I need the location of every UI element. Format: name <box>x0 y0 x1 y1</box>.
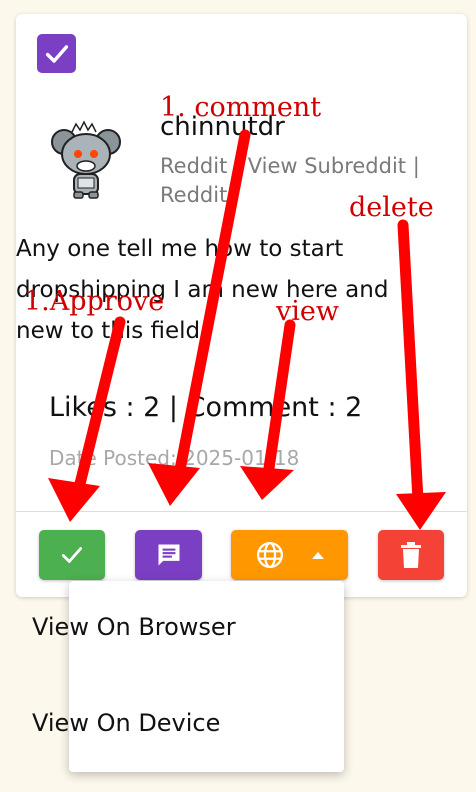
annotation-delete: delete <box>349 192 434 223</box>
arrowhead-delete <box>396 492 446 530</box>
annotation-comment: 1. comment <box>160 92 322 123</box>
annotation-view: view <box>276 296 339 327</box>
annotation-approve: 1.Approve <box>24 286 165 317</box>
arrow-delete <box>397 219 424 506</box>
arrow-comment <box>172 129 251 486</box>
arrow-view <box>262 319 296 481</box>
arrowhead-approve <box>48 478 100 522</box>
arrowhead-view <box>240 466 294 500</box>
arrowhead-comment <box>148 463 200 506</box>
arrow-approve <box>72 316 126 498</box>
